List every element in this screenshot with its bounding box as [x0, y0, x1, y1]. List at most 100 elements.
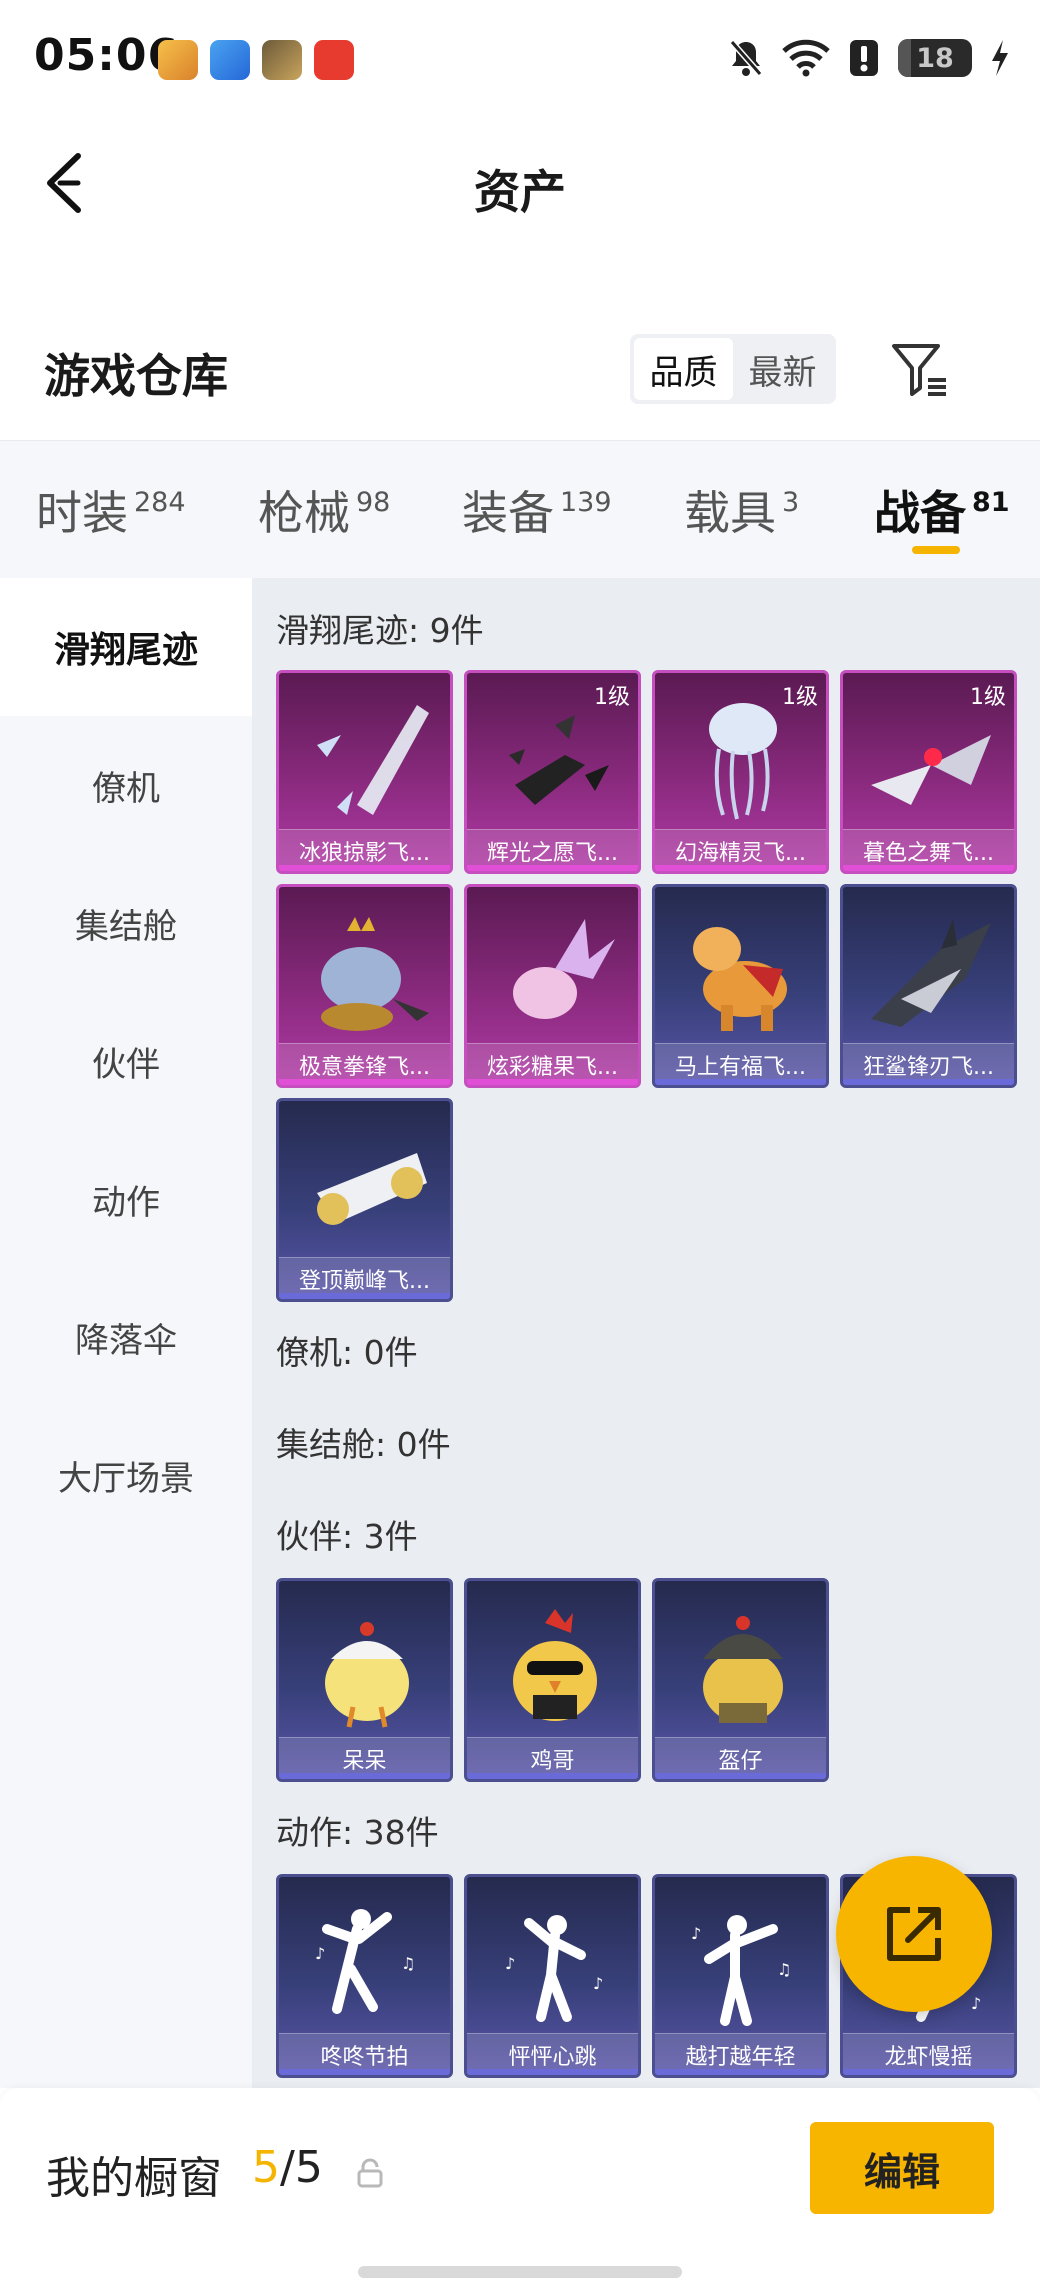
item-card[interactable]: 盔仔 — [652, 1578, 829, 1782]
chick-jige-art — [513, 1609, 597, 1721]
tab-count: 139 — [560, 487, 612, 518]
dancer-silhouette-art: ♪ ♫ — [315, 1909, 415, 2014]
battery-level-text: 18 — [916, 42, 954, 74]
status-bar: 05:06 18 — [0, 0, 1040, 120]
item-card[interactable]: 鸡哥 — [464, 1578, 641, 1782]
item-card[interactable]: 马上有福飞... — [652, 884, 829, 1088]
dancer-silhouette-art: ♪ ♪ — [505, 1915, 603, 2022]
sort-option-newest[interactable]: 最新 — [733, 338, 832, 400]
sidebar-item-parachute[interactable]: 降落伞 — [0, 1268, 252, 1406]
tab-fashion[interactable]: 时装 284 — [36, 477, 186, 543]
summit-trail-art — [317, 1153, 427, 1225]
charging-icon — [992, 40, 1008, 76]
tab-label: 战备 — [874, 486, 966, 540]
showcase-bar: 我的橱窗 5/5 编辑 — [0, 2088, 1040, 2295]
svg-text:♪: ♪ — [593, 1974, 603, 1993]
notification-app-icons — [158, 40, 354, 80]
tab-battle-gear[interactable]: 战备 81 — [874, 477, 1010, 543]
sidebar-item-emote[interactable]: 动作 — [0, 1130, 252, 1268]
filter-button[interactable] — [890, 340, 950, 400]
alert-icon — [850, 40, 878, 76]
tab-weapons[interactable]: 枪械 98 — [258, 477, 390, 543]
shark-blade-trail-art — [871, 919, 991, 1027]
category-tabs: 时装 284 枪械 98 装备 139 载具 3 战备 81 — [0, 440, 1040, 578]
rarity-strip — [655, 865, 826, 871]
status-right-icons: 18 — [728, 38, 1010, 78]
item-card[interactable]: 1级 幻海精灵飞... — [652, 670, 829, 874]
item-card[interactable]: 极意拳锋飞... — [276, 884, 453, 1088]
group-label-glide-trail: 滑翔尾迹: 9件 — [276, 611, 484, 650]
tab-count: 284 — [134, 487, 186, 518]
sidebar-item-wingman[interactable]: 僚机 — [0, 716, 252, 854]
tab-count: 81 — [972, 487, 1010, 518]
rarity-strip — [467, 1773, 638, 1779]
tab-label: 时装 — [36, 486, 128, 540]
sidebar-item-glide-trail[interactable]: 滑翔尾迹 — [0, 578, 252, 716]
game-app-icon — [158, 40, 198, 80]
showcase-count: 5/5 — [252, 2142, 323, 2193]
item-level: 1级 — [782, 685, 818, 710]
weather-app-icon — [210, 40, 250, 80]
sidebar: 滑翔尾迹 僚机 集结舱 伙伴 动作 降落伞 大厅场景 — [0, 578, 252, 2088]
wifi-icon — [782, 39, 830, 77]
home-indicator[interactable] — [358, 2266, 682, 2278]
showcase-label: 我的橱窗 — [46, 2153, 222, 2204]
sort-option-quality[interactable]: 品质 — [634, 338, 733, 400]
rarity-strip — [655, 1773, 826, 1779]
pubg-app-icon — [262, 40, 302, 80]
radiant-wish-trail-art — [509, 715, 609, 805]
rarity-strip — [279, 1293, 450, 1299]
item-level: 1级 — [594, 685, 630, 710]
item-card[interactable]: 1级 暮色之舞飞... — [840, 670, 1017, 874]
twilight-dance-trail-art — [871, 735, 991, 805]
rarity-strip — [279, 865, 450, 871]
rarity-strip — [655, 1079, 826, 1085]
item-card[interactable]: 狂鲨锋刃飞... — [840, 884, 1017, 1088]
ice-wolf-trail-art — [317, 705, 429, 815]
item-card[interactable]: ♪ ♪ 怦怦心跳 — [464, 1874, 641, 2078]
rarity-strip — [279, 1773, 450, 1779]
tab-equipment[interactable]: 装备 139 — [462, 477, 612, 543]
chick-kuizai-art — [703, 1616, 783, 1723]
svg-text:♪: ♪ — [971, 1994, 981, 2013]
svg-text:♪: ♪ — [315, 1944, 325, 1963]
lucky-horse-trail-art — [693, 927, 787, 1031]
item-level: 1级 — [970, 685, 1006, 710]
active-tab-indicator — [912, 546, 960, 554]
svg-text:♫: ♫ — [777, 1960, 791, 1979]
item-card[interactable]: 呆呆 — [276, 1578, 453, 1782]
svg-text:♪: ♪ — [505, 1954, 515, 1973]
svg-text:♪: ♪ — [691, 1924, 701, 1943]
item-card[interactable]: 1级 辉光之愿飞... — [464, 670, 641, 874]
mute-bell-icon — [729, 40, 763, 76]
tab-label: 装备 — [462, 486, 554, 540]
tab-label: 载具 — [684, 486, 776, 540]
share-export-icon — [887, 1907, 941, 1961]
chick-daidai-art — [325, 1622, 409, 1728]
item-card[interactable]: 冰狼掠影飞... — [276, 670, 453, 874]
item-card[interactable]: 登顶巅峰飞... — [276, 1098, 453, 1302]
edit-button[interactable]: 编辑 — [810, 2122, 994, 2214]
filter-icon — [892, 344, 946, 396]
svg-text:♫: ♫ — [401, 1954, 415, 1973]
security-app-icon — [314, 40, 354, 80]
sidebar-item-lobby-scene[interactable]: 大厅场景 — [0, 1406, 252, 1544]
item-card[interactable]: ♪ ♫ 越打越年轻 — [652, 1874, 829, 2078]
showcase-separator: / — [280, 2142, 295, 2193]
candy-trail-art — [513, 919, 615, 1019]
page-title: 资产 — [474, 165, 566, 219]
share-fab-button[interactable] — [836, 1856, 992, 2012]
rarity-strip — [843, 865, 1014, 871]
rarity-strip — [467, 865, 638, 871]
item-card[interactable]: ♪ ♫ 咚咚节拍 — [276, 1874, 453, 2078]
rarity-strip — [279, 2069, 450, 2075]
tab-vehicles[interactable]: 载具 3 — [684, 477, 799, 543]
sidebar-item-pod[interactable]: 集结舱 — [0, 854, 252, 992]
showcase-total: 5 — [294, 2142, 323, 2193]
dancer-silhouette-art: ♪ ♫ — [691, 1915, 791, 2026]
sidebar-item-companion[interactable]: 伙伴 — [0, 992, 252, 1130]
group-label-pod: 集结舱: 0件 — [276, 1425, 451, 1464]
fist-master-trail-art — [321, 917, 429, 1031]
item-card[interactable]: 炫彩糖果飞... — [464, 884, 641, 1088]
sort-toggle: 品质 最新 — [630, 334, 836, 404]
